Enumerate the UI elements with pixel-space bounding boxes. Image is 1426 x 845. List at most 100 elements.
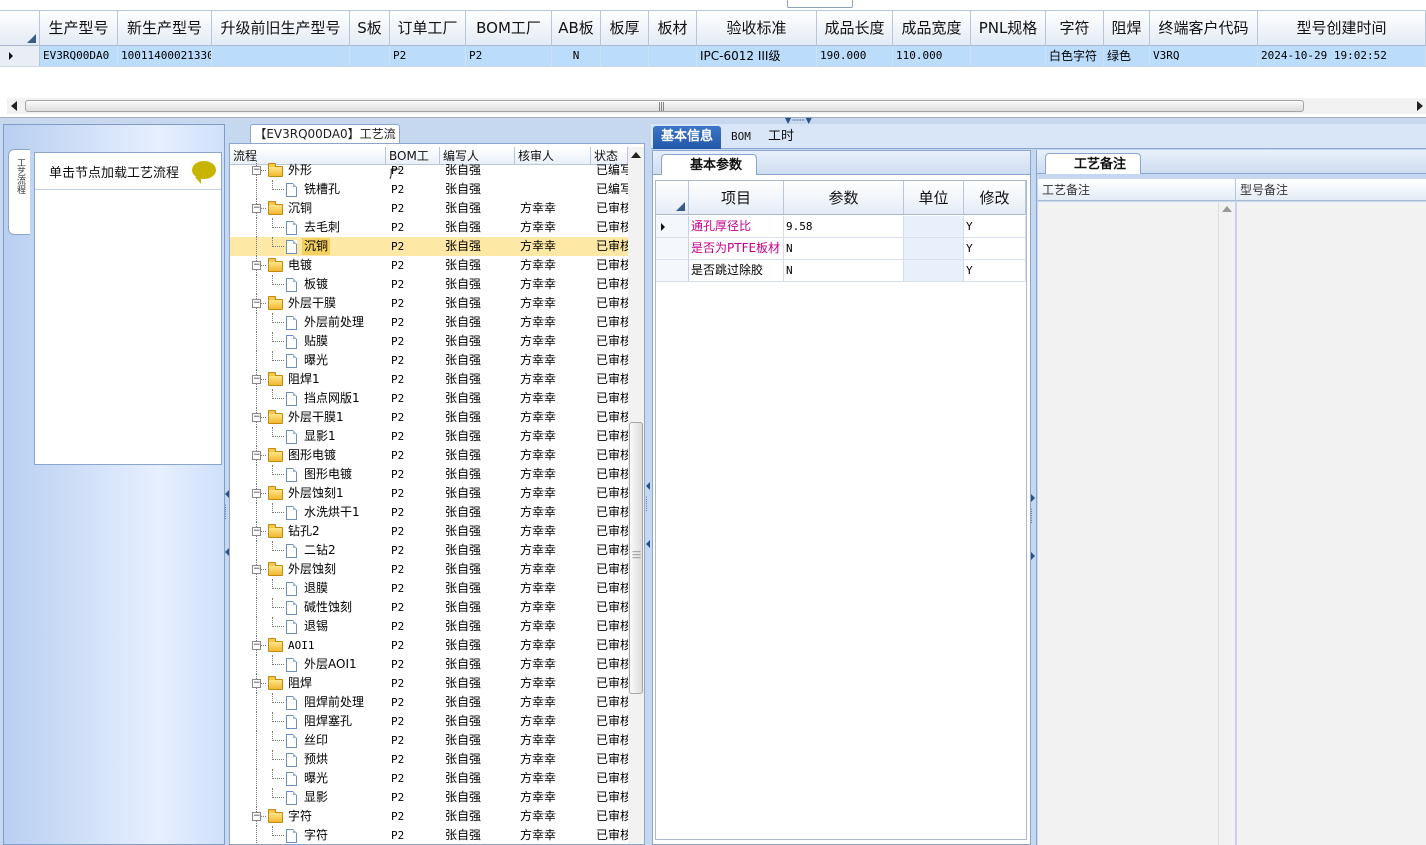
collapse-icon[interactable]: − [252,413,261,422]
tree-row[interactable]: − 沉铜 P2 张自强 方幸幸 已审核 [230,199,628,218]
params-cell-unit[interactable] [904,260,964,281]
tree-row[interactable]: 铣槽孔 P2 张自强 已编写 [230,180,628,199]
params-cell-value[interactable]: 9.58 [784,216,904,237]
table-cell-standard[interactable]: IPC-6012 III级 [697,46,817,66]
tree-row[interactable]: 挡点网版1 P2 张自强 方幸幸 已审核 [230,389,628,408]
scroll-left-icon[interactable] [11,101,17,111]
tree-node-label[interactable]: 外层蚀刻1 [286,485,346,502]
column-header[interactable]: 新生产型号 [118,11,212,45]
params-cell-unit[interactable] [904,238,964,259]
tree-node-label[interactable]: 沉铜 [302,238,331,255]
scrollbar-thumb[interactable]: — — — [629,422,643,694]
collapse-icon[interactable]: − [252,679,261,688]
tree-node-label[interactable]: 退锡 [302,618,330,635]
table-cell-s-board[interactable] [350,46,390,66]
scroll-up-icon[interactable] [1222,206,1232,212]
tree-node-label[interactable]: 字符 [302,827,330,844]
tree-row[interactable]: 退膜 P2 张自强 方幸幸 已审核 [230,579,628,598]
tree-row[interactable]: 预烘 P2 张自强 方幸幸 已审核 [230,750,628,769]
collapse-icon[interactable]: − [252,204,261,213]
row-indicator[interactable] [656,216,689,237]
remarks-column-header[interactable]: 型号备注 [1236,179,1426,201]
table-row[interactable]: 通孔厚径比 9.58 Y [656,216,1026,238]
tree-node-label[interactable]: 沉铜 [286,200,314,217]
tree-row[interactable]: 图形电镀 P2 张自强 方幸幸 已审核 [230,465,628,484]
params-grid-corner[interactable] [656,181,689,215]
tab-main-0[interactable]: 基本信息 [653,126,722,149]
collapse-icon[interactable]: − [252,166,261,175]
tree-node-label[interactable]: 外形 [286,162,314,179]
tree-node-label[interactable]: 外层蚀刻 [286,561,338,578]
tree-node-label[interactable]: 图形电镀 [286,447,338,464]
tab-process-remarks[interactable]: 工艺备注 [1045,153,1142,174]
column-header[interactable]: 板材 [649,11,697,45]
scroll-right-icon[interactable] [1417,101,1423,111]
collapse-icon[interactable]: − [252,261,261,270]
tree-row[interactable]: 阻焊塞孔 P2 张自强 方幸幸 已审核 [230,712,628,731]
collapse-right-icon[interactable] [1031,552,1035,560]
params-cell-unit[interactable] [904,216,964,237]
process-remark-field[interactable] [1038,202,1236,845]
tab-basic-params[interactable]: 基本参数 [661,154,758,175]
tree-row[interactable]: 显影 P2 张自强 方幸幸 已审核 [230,788,628,807]
tree-row[interactable]: − 钻孔2 P2 张自强 方幸幸 已审核 [230,522,628,541]
table-row[interactable]: 是否跳过除胶 N Y [656,260,1026,282]
tree-node-label[interactable]: 板镀 [302,276,330,293]
table-row[interactable]: 是否为PTFE板材 N Y [656,238,1026,260]
column-header[interactable]: 验收标准 [697,11,817,45]
tree-node-label[interactable]: 外层干膜 [286,295,338,312]
params-cell-item[interactable]: 是否跳过除胶 [689,260,784,281]
tree-node-label[interactable]: 贴膜 [302,333,330,350]
column-header[interactable]: 阻焊 [1104,11,1150,45]
tree-row[interactable]: − 字符 P2 张自强 方幸幸 已审核 [230,807,628,826]
column-header[interactable]: S板 [350,11,390,45]
tree-node-label[interactable]: 去毛刺 [302,219,342,236]
scrollbar-thumb[interactable]: ||| [25,100,1304,112]
tree-row[interactable]: − 阻焊 P2 张自强 方幸幸 已审核 [230,674,628,693]
tree-row[interactable]: − 阻焊1 P2 张自强 方幸幸 已审核 [230,370,628,389]
table-cell-customer-code[interactable]: V3RQ [1150,46,1258,66]
params-cell-item[interactable]: 是否为PTFE板材 [689,238,784,259]
scroll-up-icon[interactable] [631,152,641,158]
params-column-header[interactable]: 修改 [964,181,1026,215]
vertical-scrollbar[interactable] [1218,202,1235,845]
tab-main-1[interactable]: BOM [723,126,759,149]
params-column-header[interactable]: 参数 [784,181,904,215]
collapse-icon[interactable]: − [252,527,261,536]
tree-row[interactable]: − 电镀 P2 张自强 方幸幸 已审核 [230,256,628,275]
tree-node-label[interactable]: 预烘 [302,751,330,768]
table-cell-thickness[interactable] [601,46,649,66]
table-cell-material[interactable] [649,46,697,66]
tree-row[interactable]: − 图形电镀 P2 张自强 方幸幸 已审核 [230,446,628,465]
tree-row[interactable]: 沉铜 P2 张自强 方幸幸 已审核 [230,237,628,256]
tree-node-label[interactable]: 电镀 [286,257,314,274]
tree-node-label[interactable]: 外层干膜1 [286,409,346,426]
tree-node-label[interactable]: 钻孔2 [286,523,322,540]
tree-node-label[interactable]: 铣槽孔 [302,181,342,198]
table-cell-ab-board[interactable]: N [552,46,601,66]
tree-row[interactable]: 字符 P2 张自强 方幸幸 已审核 [230,826,628,844]
grid-corner[interactable] [0,10,40,46]
model-remark-field[interactable] [1237,202,1426,845]
params-cell-modify[interactable]: Y [964,260,1026,281]
column-header[interactable]: PNL规格 [971,11,1046,45]
tree-row[interactable]: 外层AOI1 P2 张自强 方幸幸 已审核 [230,655,628,674]
column-header[interactable]: 终端客户代码 [1150,11,1258,45]
column-header[interactable]: 型号创建时间 [1258,11,1426,45]
tree-node-label[interactable]: 丝印 [302,732,330,749]
tree-node-label[interactable]: 水洗烘干1 [302,504,362,521]
vertical-splitter-right[interactable]: ······· [1027,150,1035,845]
tree-row[interactable]: 阻焊前处理 P2 张自强 方幸幸 已审核 [230,693,628,712]
table-cell-pnl[interactable] [971,46,1046,66]
table-cell-legend[interactable]: 白色字符 [1046,46,1104,66]
tree-node-label[interactable]: 碱性蚀刻 [302,599,354,616]
params-column-header[interactable]: 单位 [904,181,964,215]
tree-node-label[interactable]: 字符 [286,808,314,825]
collapse-icon[interactable]: − [252,299,261,308]
tree-node-label[interactable]: 曝光 [302,352,330,369]
tab-main-2[interactable]: 工时 [760,126,802,149]
params-cell-item[interactable]: 通孔厚径比 [689,216,784,237]
tree-node-label[interactable]: 显影1 [302,428,338,445]
table-cell-solder-mask[interactable]: 绿色 [1104,46,1150,66]
tree-row[interactable]: − 外层干膜 P2 张自强 方幸幸 已审核 [230,294,628,313]
